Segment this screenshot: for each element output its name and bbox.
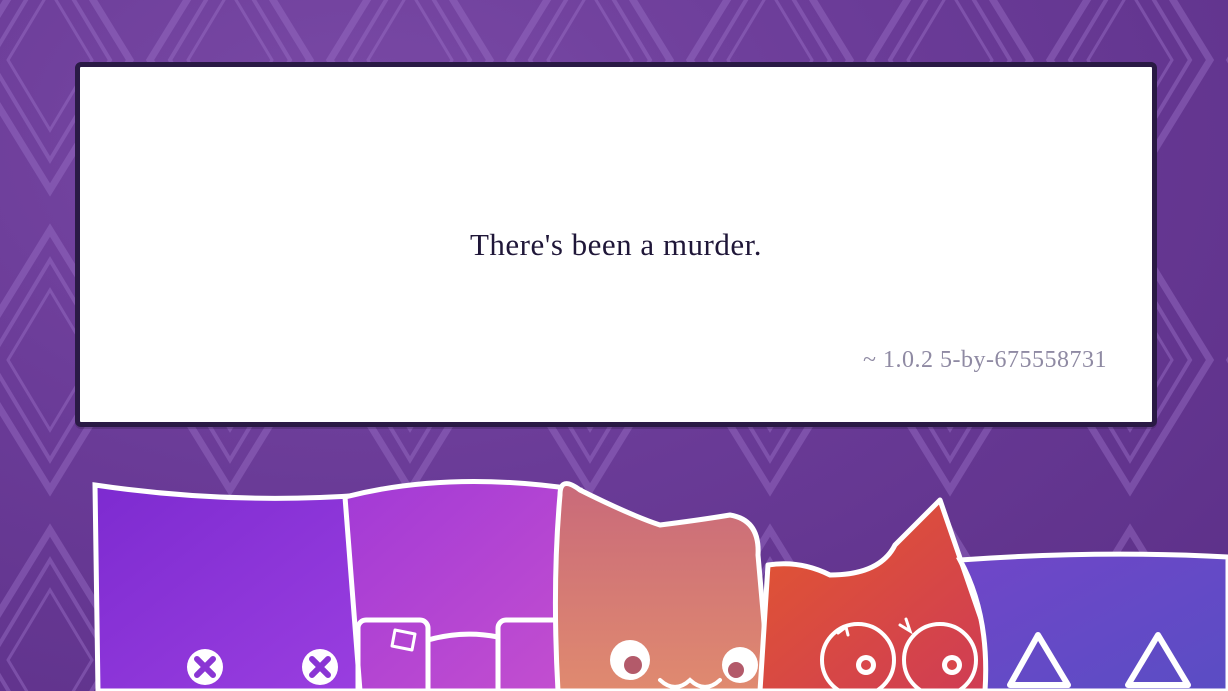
character-magenta: [342, 478, 583, 691]
character-blue: [955, 551, 1228, 691]
x-eye-icon: [187, 649, 223, 685]
eye-icon: [722, 647, 758, 683]
character-peach: [552, 481, 773, 691]
version-text: ~ 1.0.2 5-by-675558731: [863, 347, 1107, 373]
character-purple: [92, 482, 368, 691]
headline-text: There's been a murder.: [469, 227, 762, 262]
character-lineup: [92, 478, 1228, 691]
eye-icon: [610, 640, 650, 680]
intro-card[interactable]: There's been a murder. ~ 1.0.2 5-by-6755…: [75, 62, 1157, 427]
x-eye-icon: [302, 649, 338, 685]
character-orange: [757, 497, 993, 691]
